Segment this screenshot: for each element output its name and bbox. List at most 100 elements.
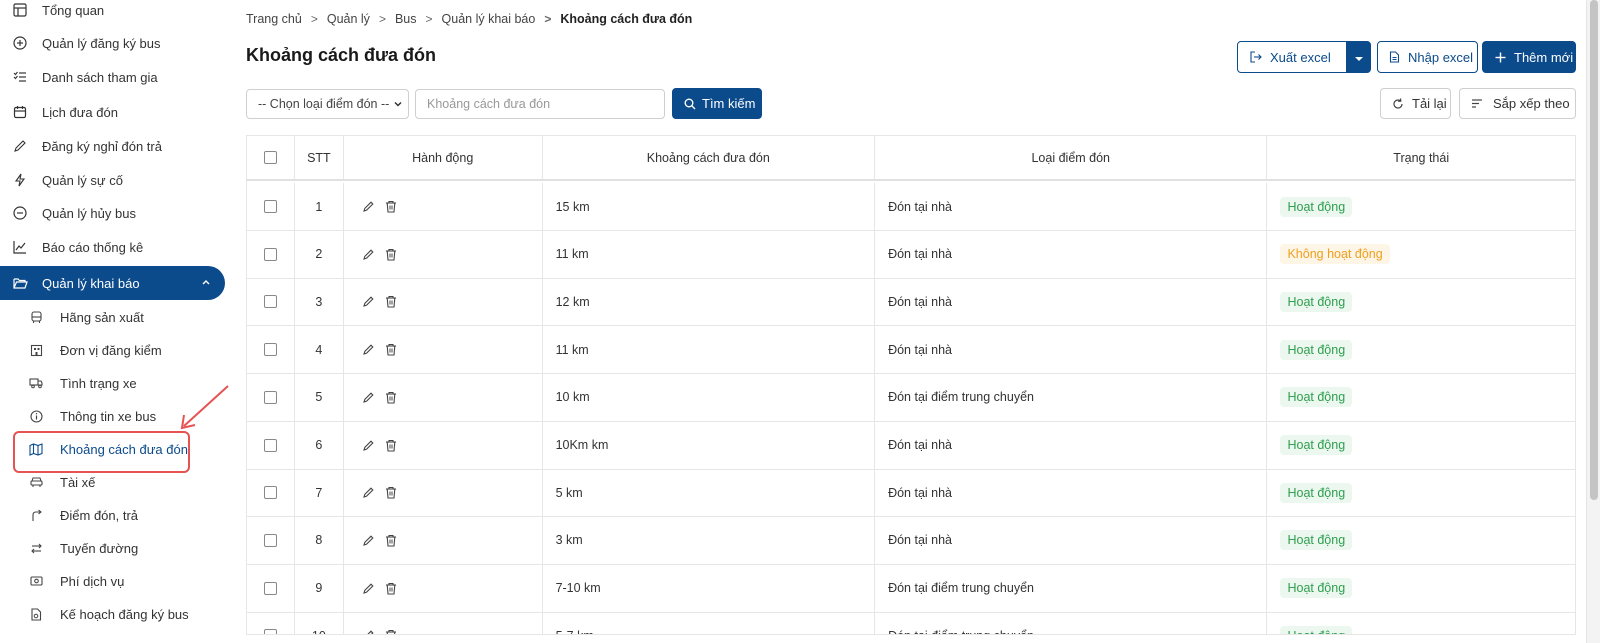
row-checkbox[interactable] — [263, 486, 277, 500]
sidebar-sub-item-manufacturer[interactable]: Hãng sản xuất — [0, 301, 225, 333]
edit-icon[interactable] — [362, 486, 375, 499]
delete-icon[interactable] — [385, 295, 397, 308]
edit-icon[interactable] — [362, 295, 375, 308]
sidebar-sub-item-label: Tuyến đường — [60, 540, 139, 556]
export-excel-button[interactable]: Xuất excel — [1237, 41, 1347, 73]
import-excel-button[interactable]: Nhập excel — [1377, 41, 1478, 73]
header-status[interactable]: Trạng thái — [1267, 136, 1575, 179]
add-new-button[interactable]: Thêm mới — [1482, 41, 1576, 73]
row-select-cell — [247, 278, 295, 326]
row-checkbox[interactable] — [263, 629, 277, 634]
breadcrumb-item-bus[interactable]: Bus — [395, 12, 417, 26]
sidebar-item-bus-cancellation[interactable]: Quản lý hủy bus — [0, 197, 225, 229]
row-checkbox[interactable] — [263, 581, 277, 595]
row-checkbox[interactable] — [263, 247, 277, 261]
plus-icon — [1495, 52, 1506, 63]
breadcrumb-item-management[interactable]: Quản lý — [327, 12, 370, 26]
row-pickup-type: Đón tại nhà — [875, 278, 1268, 326]
header-pickup-type[interactable]: Loại điểm đón — [875, 136, 1268, 179]
sidebar-sub-item-bus-plan[interactable]: Kế hoạch đăng ký bus — [0, 598, 225, 630]
row-checkbox[interactable] — [263, 343, 277, 357]
row-distance: 5-7 km — [543, 612, 876, 634]
edit-icon[interactable] — [362, 343, 375, 356]
sidebar-item-schedule[interactable]: Lịch đưa đón — [0, 96, 225, 128]
sidebar-item-participants[interactable]: Danh sách tham gia — [0, 61, 225, 93]
breadcrumb-separator-icon: > — [544, 12, 552, 26]
sidebar-item-leave-registration[interactable]: Đăng ký nghỉ đón trả — [0, 130, 225, 162]
table-row[interactable]: 3 12 km Đón tại nhà Hoạt động — [247, 278, 1575, 327]
delete-icon[interactable] — [385, 486, 397, 499]
table-row[interactable]: 8 3 km Đón tại nhà Hoạt động — [247, 516, 1575, 565]
row-distance: 10Km km — [543, 421, 876, 469]
sidebar-sub-item-service-fee[interactable]: Phí dịch vụ — [0, 565, 225, 597]
row-checkbox[interactable] — [263, 200, 277, 213]
distance-search-input[interactable] — [415, 89, 665, 119]
delete-icon[interactable] — [385, 629, 397, 634]
import-excel-label: Nhập excel — [1408, 49, 1474, 65]
edit-icon[interactable] — [362, 629, 375, 634]
page-scrollbar[interactable] — [1586, 0, 1600, 643]
status-badge: Hoạt động — [1280, 291, 1353, 312]
edit-icon[interactable] — [362, 582, 375, 595]
sidebar-item-label: Danh sách tham gia — [42, 69, 158, 85]
reload-button[interactable]: Tải lại — [1380, 88, 1451, 119]
export-dropdown-button[interactable] — [1346, 41, 1371, 73]
delete-icon[interactable] — [385, 439, 397, 452]
delete-icon[interactable] — [385, 343, 397, 356]
search-button[interactable]: Tìm kiếm — [672, 88, 762, 119]
scrollbar-thumb[interactable] — [1590, 0, 1598, 500]
refresh-icon — [1392, 97, 1404, 110]
sidebar-sub-item-pickup-points[interactable]: Điểm đón, trả — [0, 499, 225, 531]
breadcrumb-item-declarations[interactable]: Quản lý khai báo — [442, 12, 536, 26]
delete-icon[interactable] — [385, 534, 397, 547]
sidebar-sub-item-label: Đơn vị đăng kiểm — [60, 342, 162, 358]
row-checkbox[interactable] — [263, 295, 277, 309]
edit-icon[interactable] — [362, 200, 375, 213]
row-checkbox[interactable] — [263, 438, 277, 452]
row-select-cell — [247, 564, 295, 612]
table-row[interactable]: 9 7-10 km Đón tại điểm trung chuyển Hoạt độ… — [247, 564, 1575, 613]
edit-icon[interactable] — [362, 534, 375, 547]
row-status-cell: Hoạt động — [1267, 422, 1575, 469]
sidebar-item-bus-registration[interactable]: Quản lý đăng ký bus — [0, 27, 225, 59]
sidebar-sub-item-inspection-unit[interactable]: Đơn vị đăng kiểm — [0, 334, 225, 366]
row-checkbox[interactable] — [263, 533, 277, 547]
edit-icon[interactable] — [362, 248, 375, 261]
delete-icon[interactable] — [385, 200, 397, 213]
header-distance[interactable]: Khoảng cách đưa đón — [543, 136, 876, 179]
breadcrumb-separator-icon: > — [310, 12, 318, 26]
breadcrumb-item-home[interactable]: Trang chủ — [246, 12, 302, 26]
delete-icon[interactable] — [385, 248, 397, 261]
table-row[interactable]: 6 10Km km Đón tại nhà Hoạt động — [247, 421, 1575, 470]
table-row[interactable]: 10 5-7 kmĐón tại điểm trung chuyển Hoạt độ… — [247, 612, 1575, 634]
delete-icon[interactable] — [385, 391, 397, 404]
sidebar-item-label: Quản lý khai báo — [42, 275, 140, 291]
row-pickup-type: Đón tại điểm trung chuyển — [875, 612, 1268, 634]
sidebar-item-declarations[interactable]: Quản lý khai báo — [0, 266, 225, 300]
row-checkbox[interactable] — [263, 390, 277, 404]
table-row[interactable]: 4 11 km Đón tại nhà Hoạt động — [247, 326, 1575, 375]
chevron-up-icon[interactable] — [201, 275, 211, 290]
sort-by-button[interactable]: Sắp xếp theo — [1459, 88, 1576, 119]
row-stt: 10 — [295, 612, 344, 634]
sidebar-item-overview[interactable]: Tổng quan — [0, 0, 225, 26]
table-row[interactable]: 7 5 km Đón tại nhà Hoạt động — [247, 469, 1575, 518]
search-label: Tìm kiếm — [702, 96, 756, 111]
select-all-checkbox[interactable] — [263, 151, 277, 164]
row-select-cell — [247, 230, 295, 278]
sidebar-sub-item-routes[interactable]: Tuyến đường — [0, 532, 225, 564]
sidebar-item-incidents[interactable]: Quản lý sự cố — [0, 164, 225, 196]
sidebar-item-reports[interactable]: Báo cáo thống kê — [0, 231, 225, 263]
edit-icon[interactable] — [362, 439, 375, 452]
table-row[interactable]: 1 15 km Đón tại nhà Hoạt động — [247, 183, 1575, 231]
minus-circle-icon — [12, 205, 28, 221]
bus-icon — [28, 309, 44, 325]
row-status-cell: Không hoạt động — [1267, 231, 1575, 278]
delete-icon[interactable] — [385, 582, 397, 595]
table-row[interactable]: 2 11 km Đón tại nhà Không hoạt động — [247, 230, 1575, 279]
sidebar-item-label: Đăng ký nghỉ đón trả — [42, 138, 162, 154]
table-row[interactable]: 5 10 km Đón tại điểm trung chuyển Hoạt động — [247, 373, 1575, 422]
pickup-type-select[interactable]: -- Chọn loại điểm đón -- — [246, 89, 409, 119]
info-circle-icon — [28, 408, 44, 424]
edit-icon[interactable] — [362, 391, 375, 404]
